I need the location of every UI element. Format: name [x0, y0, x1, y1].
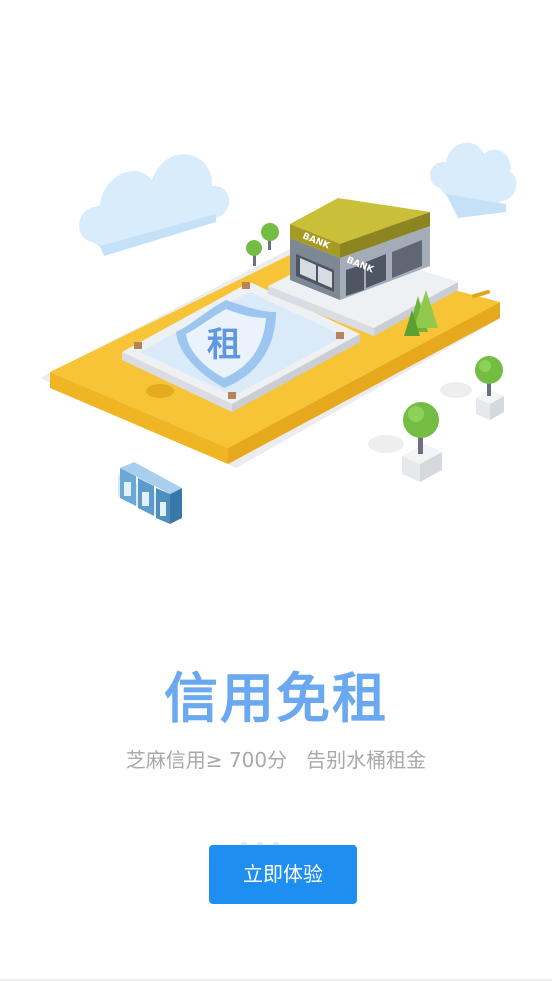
try-now-button[interactable]: 立即体验	[209, 845, 357, 904]
credit-rent-illustration: 租 BANK BANK	[40, 142, 517, 524]
onboarding-screen: 租 BANK BANK 信用免租 芝麻信用≥ 700分 告别水桶租金 立即体验	[0, 0, 552, 981]
shield-character: 租	[207, 325, 241, 365]
cloud-icon	[79, 154, 230, 256]
water-dispenser-icon	[118, 462, 182, 524]
tree-icon	[368, 402, 442, 482]
page-subtitle: 芝麻信用≥ 700分 告别水桶租金	[125, 748, 427, 772]
tree-icon	[440, 356, 504, 420]
tree-icon	[261, 223, 279, 250]
cloud-icon	[429, 142, 517, 218]
tree-icon	[246, 240, 262, 266]
page-title: 信用免租	[164, 667, 388, 730]
